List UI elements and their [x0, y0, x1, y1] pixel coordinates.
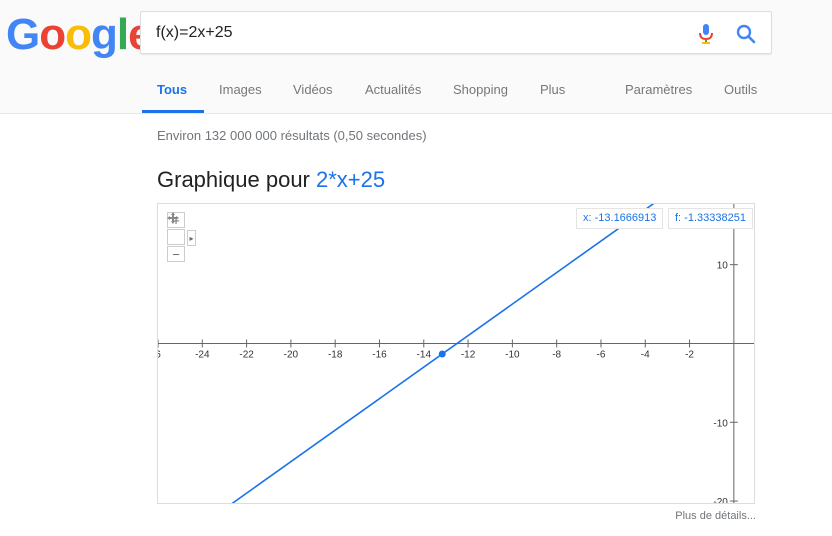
x-tick-label: -20	[284, 349, 299, 360]
highlight-point	[438, 350, 446, 358]
active-tab-indicator	[142, 110, 204, 113]
x-tick-label: -18	[328, 349, 343, 360]
google-logo[interactable]: Google	[6, 10, 153, 60]
x-tick-label: -8	[552, 349, 561, 360]
function-graph[interactable]: 6 -24 -22 -20 -18 -16 -14 -12 -10 -8 -6 -4 -2 10 -10 -2…	[157, 203, 755, 504]
pan-button[interactable]	[167, 212, 185, 245]
tab-plus[interactable]: Plus	[540, 82, 565, 97]
mic-icon[interactable]	[696, 23, 716, 45]
graph-title-prefix: Graphique pour	[157, 167, 316, 192]
x-tick-label: -14	[417, 349, 432, 360]
tab-images[interactable]: Images	[219, 82, 262, 97]
graph-title: Graphique pour 2*x+25	[157, 167, 385, 193]
x-tick-label: -24	[195, 349, 210, 360]
tab-parametres[interactable]: Paramètres	[625, 82, 692, 97]
x-tick-label: 6	[158, 349, 161, 360]
search-box	[140, 11, 772, 54]
y-tick-label: -20	[713, 497, 728, 504]
x-tick-label: -4	[641, 349, 650, 360]
logo-letter: G	[6, 10, 40, 59]
search-tabs: Tous Images Vidéos Actualités Shopping P…	[0, 70, 832, 113]
y-tick-label: -10	[713, 418, 728, 429]
pan-right-arrow-icon[interactable]: ▸	[187, 230, 196, 246]
x-tick-label: -16	[372, 349, 387, 360]
tab-videos[interactable]: Vidéos	[293, 82, 333, 97]
tab-actualites[interactable]: Actualités	[365, 82, 421, 97]
zoom-out-button[interactable]: −	[167, 246, 185, 262]
x-tick-label: -10	[505, 349, 520, 360]
header: Google Tous Images Vidéos Actualités Sho…	[0, 0, 832, 114]
x-tick-label: -22	[239, 349, 254, 360]
tab-tous[interactable]: Tous	[157, 82, 187, 97]
f-readout: f: -1.33338251	[668, 208, 753, 229]
tab-shopping[interactable]: Shopping	[453, 82, 508, 97]
search-input[interactable]	[156, 22, 676, 44]
x-readout: x: -13.1666913	[576, 208, 664, 229]
logo-letter: l	[116, 10, 129, 59]
logo-letter: o	[39, 10, 66, 59]
y-tick-label: 10	[717, 261, 729, 272]
result-stats: Environ 132 000 000 résultats (0,50 seco…	[157, 128, 427, 143]
x-tick-label: -6	[597, 349, 606, 360]
x-tick-label: -2	[685, 349, 694, 360]
logo-letter: o	[65, 10, 92, 59]
graph-canvas[interactable]: 6 -24 -22 -20 -18 -16 -14 -12 -10 -8 -6 -4 -2 10 -10 -2…	[158, 204, 755, 504]
zoom-controls: + −	[167, 212, 185, 263]
search-icon[interactable]	[735, 23, 757, 45]
x-tick-label: -12	[461, 349, 476, 360]
more-details-link[interactable]: Plus de détails...	[675, 510, 756, 522]
tab-outils[interactable]: Outils	[724, 82, 757, 97]
graph-function-link[interactable]: 2*x+25	[316, 167, 385, 192]
logo-letter: g	[91, 10, 118, 59]
